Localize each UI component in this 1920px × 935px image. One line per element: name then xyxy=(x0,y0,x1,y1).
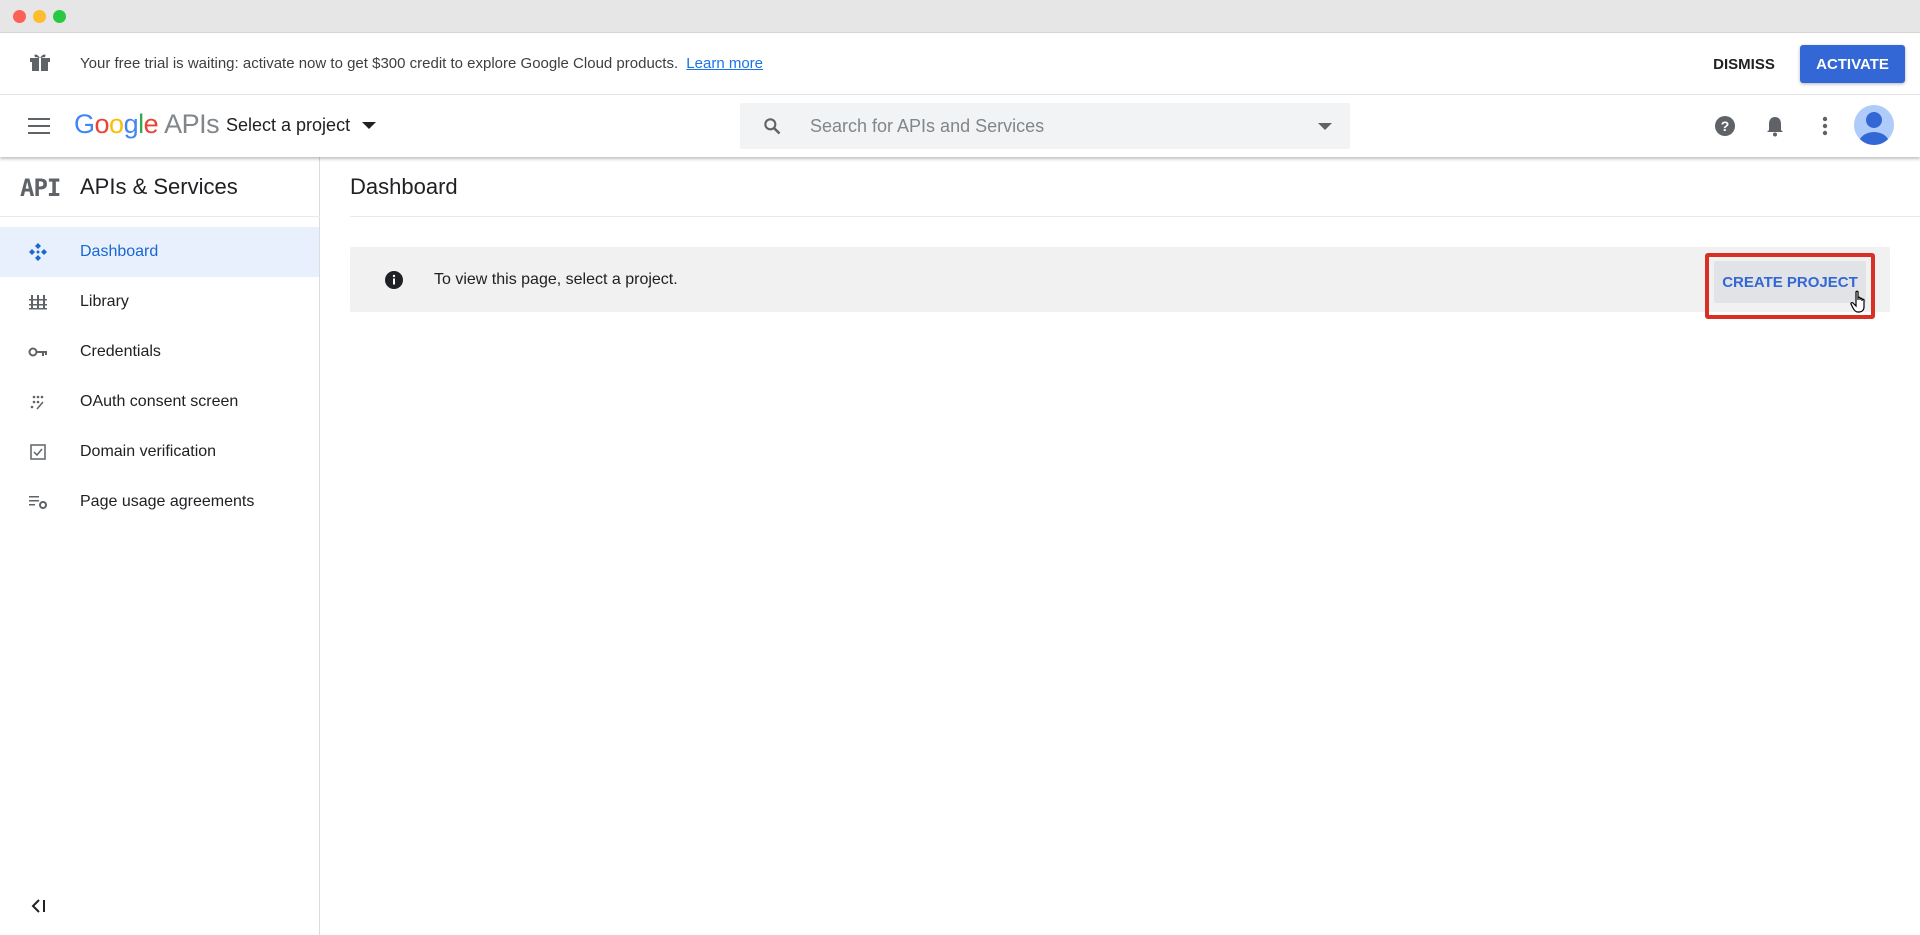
oauth-consent-icon xyxy=(30,395,44,410)
sidebar-header: API APIs & Services xyxy=(0,157,320,217)
sidebar-item-label: Dashboard xyxy=(80,243,159,260)
more-vert-icon[interactable] xyxy=(1813,114,1837,138)
window-titlebar xyxy=(0,0,1920,33)
logo-letter: g xyxy=(123,109,139,139)
chevron-down-icon xyxy=(362,122,377,129)
sidebar-item-label: Library xyxy=(80,293,129,310)
sidebar: API APIs & Services Dashboard Library Cr… xyxy=(0,157,320,935)
notice-text: To view this page, select a project. xyxy=(434,271,678,288)
close-window-button[interactable] xyxy=(13,10,26,23)
learn-more-link[interactable]: Learn more xyxy=(686,55,763,72)
search-dropdown-icon[interactable] xyxy=(1318,123,1332,130)
page-title: Dashboard xyxy=(350,174,458,199)
sidebar-title: APIs & Services xyxy=(80,174,238,199)
library-icon xyxy=(29,295,47,310)
help-icon[interactable]: ? xyxy=(1713,114,1737,138)
dashboard-icon xyxy=(29,243,47,261)
maximize-window-button[interactable] xyxy=(53,10,66,23)
dismiss-button[interactable]: DISMISS xyxy=(1700,45,1788,83)
free-trial-banner: Your free trial is waiting: activate now… xyxy=(0,33,1920,95)
select-project-notice: To view this page, select a project. xyxy=(350,247,1890,312)
gift-icon xyxy=(30,54,50,71)
key-icon xyxy=(28,347,47,357)
hand-cursor-icon xyxy=(1850,290,1865,313)
sidebar-item-dashboard[interactable]: Dashboard xyxy=(0,227,319,277)
search-icon xyxy=(764,118,781,135)
logo-letter: o xyxy=(109,109,124,139)
api-logo-icon: API xyxy=(20,174,61,202)
sidebar-item-page-usage[interactable]: Page usage agreements xyxy=(0,477,319,527)
sidebar-item-label: OAuth consent screen xyxy=(80,393,239,410)
trial-message-text: Your free trial is waiting: activate now… xyxy=(80,55,679,72)
sidebar-item-label: Credentials xyxy=(80,343,161,360)
collapse-sidebar-icon[interactable] xyxy=(28,895,50,917)
project-selector[interactable]: Select a project xyxy=(226,115,377,136)
notifications-icon[interactable] xyxy=(1763,114,1787,138)
account-avatar[interactable] xyxy=(1854,105,1894,145)
logo-letter: o xyxy=(94,109,110,139)
sidebar-item-label: Domain verification xyxy=(80,443,217,460)
sidebar-item-library[interactable]: Library xyxy=(0,277,319,327)
trial-message: Your free trial is waiting: activate now… xyxy=(80,55,763,72)
minimize-window-button[interactable] xyxy=(33,10,46,23)
project-selector-label: Select a project xyxy=(226,115,351,135)
svg-text:?: ? xyxy=(1721,118,1730,134)
menu-icon[interactable] xyxy=(24,113,54,139)
page-header: Dashboard xyxy=(350,157,1920,217)
search-bar[interactable] xyxy=(740,103,1350,149)
sidebar-item-oauth-consent[interactable]: OAuth consent screen xyxy=(0,377,319,427)
page-usage-icon xyxy=(29,496,47,509)
logo-apis-text: APIs xyxy=(164,109,220,139)
sidebar-item-domain-verification[interactable]: Domain verification xyxy=(0,427,319,477)
info-icon xyxy=(385,271,403,289)
domain-verification-icon xyxy=(30,444,46,460)
avatar-person-icon xyxy=(1859,112,1889,145)
create-project-button[interactable]: CREATE PROJECT xyxy=(1714,261,1866,303)
logo-letter: e xyxy=(143,109,159,139)
logo-letter: G xyxy=(74,109,95,139)
sidebar-item-label: Page usage agreements xyxy=(80,493,255,510)
google-apis-logo[interactable]: Google APIs xyxy=(74,109,220,140)
search-input[interactable] xyxy=(810,111,1290,141)
activate-button[interactable]: ACTIVATE xyxy=(1800,45,1905,83)
sidebar-item-credentials[interactable]: Credentials xyxy=(0,327,319,377)
top-app-bar: GoogleAPIs Select a project ? xyxy=(0,95,1920,157)
sidebar-nav: Dashboard Library Credentials OAuth cons… xyxy=(0,227,320,527)
